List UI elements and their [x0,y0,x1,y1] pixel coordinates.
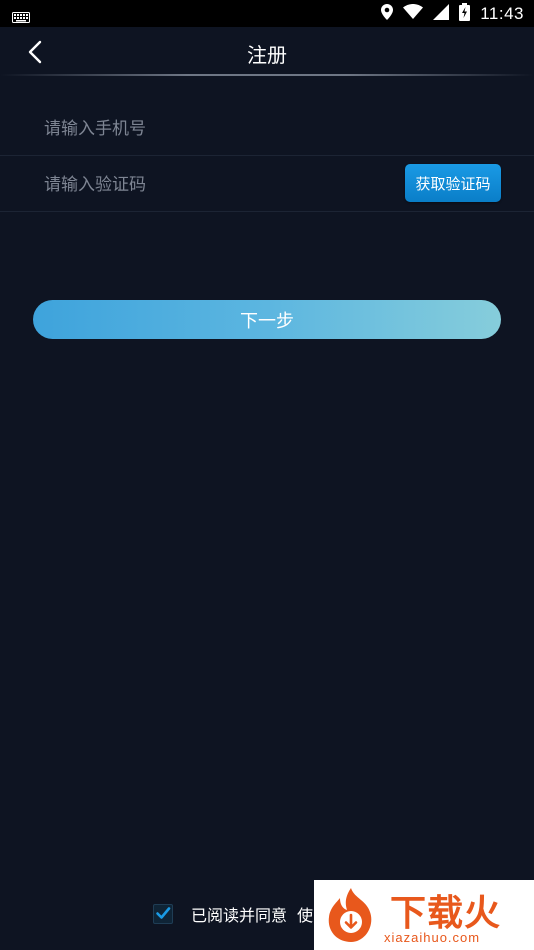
verification-code-input[interactable] [42,168,386,202]
code-row: 获取验证码 [0,156,534,212]
location-icon [381,3,394,24]
header: 注册 [0,27,534,77]
wifi-icon [403,3,424,23]
agreement-link[interactable]: 使 [297,902,313,926]
register-screen: 11:43 注册 获取验证码 下一步 已阅读并同意 使 [0,0,534,950]
status-time: 11:43 [480,3,524,23]
checkmark-icon [156,907,171,919]
header-divider [0,74,534,76]
watermark-url: xiazaihuo.com [384,930,481,945]
page-title: 注册 [247,43,287,67]
status-icons: 11:43 [381,0,524,27]
phone-input[interactable] [42,112,386,146]
phone-row [0,100,534,156]
agreement: 已阅读并同意 使 [153,902,313,926]
keyboard-icon [12,8,30,27]
flame-logo-icon [328,888,372,942]
watermark-brand: 下载火 [390,893,502,934]
watermark: 下载火 xiazaihuo.com [314,880,534,950]
signal-icon [433,3,450,24]
agreement-checkbox[interactable] [153,904,173,924]
next-step-button[interactable]: 下一步 [33,300,501,339]
battery-icon [459,2,471,25]
status-bar: 11:43 [0,0,534,27]
agreement-text: 已阅读并同意 [191,906,288,925]
get-code-button[interactable]: 获取验证码 [405,164,501,202]
